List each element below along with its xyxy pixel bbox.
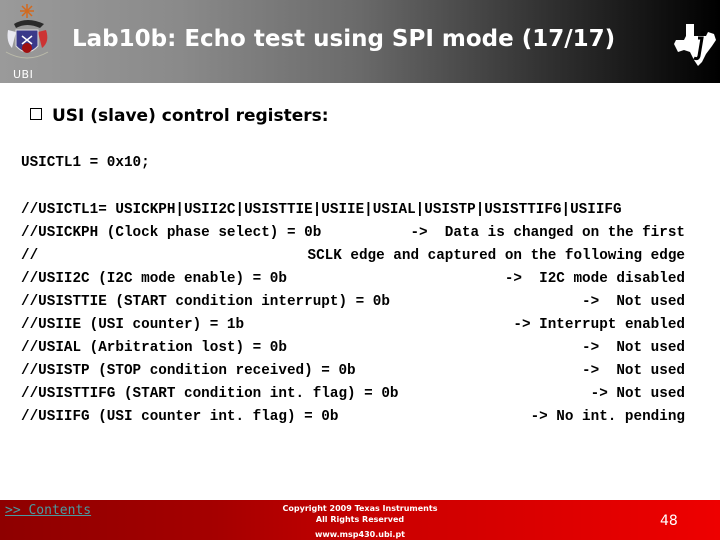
code-comment-line: // SCLK edge and captured on the followi… — [21, 248, 685, 268]
code-comment-line: //USISTTIFG (START condition int. flag) … — [21, 386, 685, 406]
register-field: //USISTTIE (START condition interrupt) =… — [21, 294, 390, 310]
copyright-notice: Copyright 2009 Texas Instruments All Rig… — [270, 503, 450, 525]
section-heading: USI (slave) control registers: — [30, 106, 329, 126]
register-field-meaning: -> Not used — [582, 340, 685, 356]
register-field: // — [21, 248, 39, 264]
org-label: UBI — [13, 68, 34, 81]
texas-instruments-logo-icon — [674, 24, 716, 66]
register-field: //USISTTIFG (START condition int. flag) … — [21, 386, 399, 402]
register-full-comment: //USICTL1= USICKPH|USII2C|USISTTIE|USIIE… — [21, 202, 622, 218]
slide-title: Lab10b: Echo test using SPI mode (17/17) — [72, 26, 616, 52]
page-number: 48 — [660, 513, 678, 529]
register-assignment: USICTL1 = 0x10; — [21, 155, 150, 171]
code-comment-line: //USISTP (STOP condition received) = 0b … — [21, 363, 685, 383]
code-comment-line: //USISTTIE (START condition interrupt) =… — [21, 294, 685, 314]
contents-link[interactable]: >> Contents — [5, 503, 91, 518]
register-field: //USIIE (USI counter) = 1b — [21, 317, 245, 333]
section-heading-text: USI (slave) control registers: — [52, 106, 329, 126]
code-comment-line: //USIAL (Arbitration lost) = 0b -> Not u… — [21, 340, 685, 360]
slide-footer: >> Contents Copyright 2009 Texas Instrum… — [0, 500, 720, 540]
code-comment-line: //USII2C (I2C mode enable) = 0b -> I2C m… — [21, 271, 685, 291]
register-field-meaning: SCLK edge and captured on the following … — [307, 248, 686, 264]
register-field: //USIAL (Arbitration lost) = 0b — [21, 340, 287, 356]
register-field: //USIIFG (USI counter int. flag) = 0b — [21, 409, 339, 425]
code-comment-line: //USIIE (USI counter) = 1b -> Interrupt … — [21, 317, 685, 337]
website-url: www.msp430.ubi.pt — [314, 530, 405, 539]
register-field-meaning: -> Not used — [590, 386, 685, 402]
register-field-meaning: -> Data is changed on the first — [410, 225, 685, 241]
register-field-meaning: -> I2C mode disabled — [504, 271, 685, 287]
register-field: //USII2C (I2C mode enable) = 0b — [21, 271, 287, 287]
rights-line: All Rights Reserved — [315, 515, 405, 524]
ubi-crest-icon — [5, 4, 49, 59]
slide-header: UBI Lab10b: Echo test using SPI mode (17… — [0, 0, 720, 83]
register-field-meaning: -> No int. pending — [530, 409, 685, 425]
register-field-meaning: -> Interrupt enabled — [513, 317, 685, 333]
checkbox-bullet-icon — [30, 108, 42, 120]
code-comment-line: //USICKPH (Clock phase select) = 0b -> D… — [21, 225, 685, 245]
register-field: //USICKPH (Clock phase select) = 0b — [21, 225, 322, 241]
register-field: //USISTP (STOP condition received) = 0b — [21, 363, 356, 379]
register-field-meaning: -> Not used — [582, 363, 685, 379]
register-field-meaning: -> Not used — [582, 294, 685, 310]
code-comment-line: //USIIFG (USI counter int. flag) = 0b ->… — [21, 409, 685, 429]
copyright-line: Copyright 2009 Texas Instruments — [282, 504, 438, 513]
